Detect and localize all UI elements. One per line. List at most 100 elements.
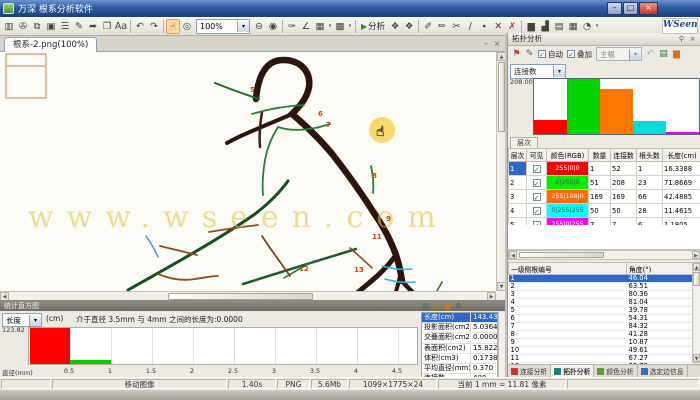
scroll-left-icon[interactable]: ◀: [509, 251, 517, 259]
topology-metric-combo[interactable]: 连接数 ▾: [510, 64, 566, 79]
table-row[interactable]: 1049.61: [509, 347, 693, 355]
tab-menu-icon[interactable]: –: [481, 39, 491, 48]
maximize-button[interactable]: □: [623, 2, 638, 15]
dropdown-arrow-icon[interactable]: ▾: [347, 23, 353, 29]
edit-pencil-icon[interactable]: ✎: [72, 19, 86, 34]
measure-tool-icon[interactable]: ✑: [285, 19, 299, 34]
combo-arrow-icon[interactable]: ▾: [553, 66, 565, 77]
options-icon[interactable]: ◔: [580, 19, 594, 34]
histogram-metric-combo[interactable]: 长度 ▾: [2, 313, 42, 327]
table-row[interactable]: 841.28: [509, 331, 693, 339]
excel-save-icon[interactable]: ▤: [421, 302, 430, 310]
combo-arrow-icon[interactable]: ▾: [237, 21, 249, 32]
visibility-checkbox[interactable]: ✓: [533, 179, 541, 187]
view-mode-icon[interactable]: ◉: [266, 19, 280, 34]
table-report-icon[interactable]: ▤: [552, 19, 566, 34]
chart-export-icon[interactable]: ▆: [670, 48, 683, 61]
erase-tool-icon[interactable]: ✕: [491, 19, 505, 34]
combo-arrow-icon[interactable]: ▾: [29, 315, 41, 326]
visibility-checkbox[interactable]: ✓: [533, 165, 541, 173]
settings-icon[interactable]: ⚙: [454, 302, 463, 310]
scroll-down-icon[interactable]: ▼: [693, 354, 700, 362]
table-row[interactable]: 784.32: [509, 323, 693, 331]
tab-1[interactable]: 连接分析: [508, 365, 551, 377]
combo-arrow-icon[interactable]: ▾: [629, 49, 641, 60]
scroll-up-icon[interactable]: ▲: [693, 263, 700, 271]
pin-icon[interactable]: ⚲: [677, 35, 686, 43]
vertical-scroll-thumb[interactable]: [693, 272, 700, 286]
checkbox-icon[interactable]: ✓: [538, 50, 546, 58]
chart-report-icon[interactable]: ▆: [524, 19, 538, 34]
tab-2[interactable]: 拓扑分析: [551, 365, 594, 377]
table-row[interactable]: 481.04: [509, 299, 693, 307]
export-icon[interactable]: ➦: [86, 19, 100, 34]
tab-4[interactable]: 选定边信息: [638, 365, 688, 377]
pen-b-icon[interactable]: ✏: [435, 19, 449, 34]
grid-report-icon[interactable]: ▦: [566, 19, 580, 34]
stamp-a-icon[interactable]: ❖: [388, 19, 402, 34]
delete-tool-icon[interactable]: ✗: [505, 19, 519, 34]
redo-icon[interactable]: ↷: [147, 19, 161, 34]
canvas-vertical-scrollbar[interactable]: ▲ ▼: [496, 52, 505, 291]
horizontal-scroll-thumb[interactable]: [168, 293, 313, 300]
horizontal-scroll-thumb[interactable]: [519, 252, 604, 258]
table-row[interactable]: 1167.27: [509, 355, 693, 363]
summary-row[interactable]: 平均直径(mm)0.370: [422, 364, 497, 374]
visibility-checkbox[interactable]: ✓: [533, 193, 541, 201]
close-button[interactable]: ×: [639, 2, 658, 15]
undo-icon[interactable]: ↶: [133, 19, 147, 34]
hand-tool-icon[interactable]: ☝: [166, 19, 180, 34]
scan-icon[interactable]: ✇: [16, 19, 30, 34]
table-row[interactable]: 380.36: [509, 291, 693, 299]
save-all-icon[interactable]: ⧉: [30, 19, 44, 34]
layer-table-scrollbar[interactable]: ◀ ▶: [508, 250, 700, 260]
table-row[interactable]: 654.31: [509, 315, 693, 323]
zoom-tool-icon[interactable]: ◎: [180, 19, 194, 34]
text-tool-icon[interactable]: Aa: [114, 19, 128, 34]
undo-small-icon[interactable]: ↶: [644, 48, 657, 61]
visibility-checkbox[interactable]: ✓: [533, 207, 541, 215]
summary-row[interactable]: 表面积(cm2)15.8225: [422, 344, 497, 354]
table-row[interactable]: 146.04: [509, 275, 693, 283]
zoom-level-combo[interactable]: 100%▾: [196, 19, 250, 34]
tab-close-icon[interactable]: ×: [492, 39, 502, 48]
table-row[interactable]: 4✓0|255|25550502811.4615: [509, 204, 700, 218]
scroll-right-icon[interactable]: ▶: [692, 251, 700, 259]
summary-row[interactable]: 交叠面积(cm2)0.0000: [422, 333, 497, 343]
dropdown-arrow-icon[interactable]: ▾: [594, 23, 600, 29]
chart-save-icon[interactable]: ▆: [443, 302, 452, 310]
minimize-button[interactable]: –: [607, 2, 622, 15]
overlay-checkbox[interactable]: ✓叠加: [567, 49, 592, 60]
canvas-horizontal-scrollbar[interactable]: ◀ ▶: [0, 291, 496, 300]
vertical-scroll-thumb[interactable]: [498, 62, 505, 132]
stamp-b-icon[interactable]: ❖: [402, 19, 416, 34]
label-pencil-icon[interactable]: ✎: [523, 48, 536, 61]
point-tool-icon[interactable]: ∙: [477, 19, 491, 34]
table-row[interactable]: 539.78: [509, 307, 693, 315]
pen-a-icon[interactable]: ✐: [421, 19, 435, 34]
histogram-report-icon[interactable]: ▟: [538, 19, 552, 34]
analyze-button[interactable]: ▶分析: [358, 20, 388, 32]
table-row[interactable]: 910.87: [509, 339, 693, 347]
copy-page-icon[interactable]: ❐: [100, 19, 114, 34]
summary-scrollbar[interactable]: [498, 312, 504, 378]
line-tool-icon[interactable]: ∕: [463, 19, 477, 34]
print-icon[interactable]: ☰: [58, 19, 72, 34]
main-root-combo[interactable]: 主根▾: [596, 47, 642, 61]
checkbox-icon[interactable]: ✓: [567, 50, 575, 58]
table-row[interactable]: 2✓0|255|0512082371.8669: [509, 176, 700, 190]
flag-icon[interactable]: ⚑: [510, 48, 523, 61]
summary-row[interactable]: 长度(cm)143.436: [422, 313, 497, 323]
cut-tool-icon[interactable]: ✂: [449, 19, 463, 34]
angle-tool-icon[interactable]: ∠: [299, 19, 313, 34]
auto-checkbox[interactable]: ✓自动: [538, 49, 563, 60]
tab-3[interactable]: 颜色分析: [594, 365, 637, 377]
zoom-out-icon[interactable]: ⊖: [252, 19, 266, 34]
save-icon[interactable]: ▣: [44, 19, 58, 34]
color-palette-icon[interactable]: ▦: [313, 19, 327, 34]
image-canvas[interactable]: ☝ www.wseen.com 56789111213: [0, 52, 496, 291]
summary-row[interactable]: 体积(cm3)0.1738: [422, 354, 497, 364]
excel-export-icon[interactable]: ▤: [657, 48, 670, 61]
summary-row[interactable]: 投影面积(cm2)5.0364: [422, 323, 497, 333]
shape-tool-icon[interactable]: ▩: [333, 19, 347, 34]
